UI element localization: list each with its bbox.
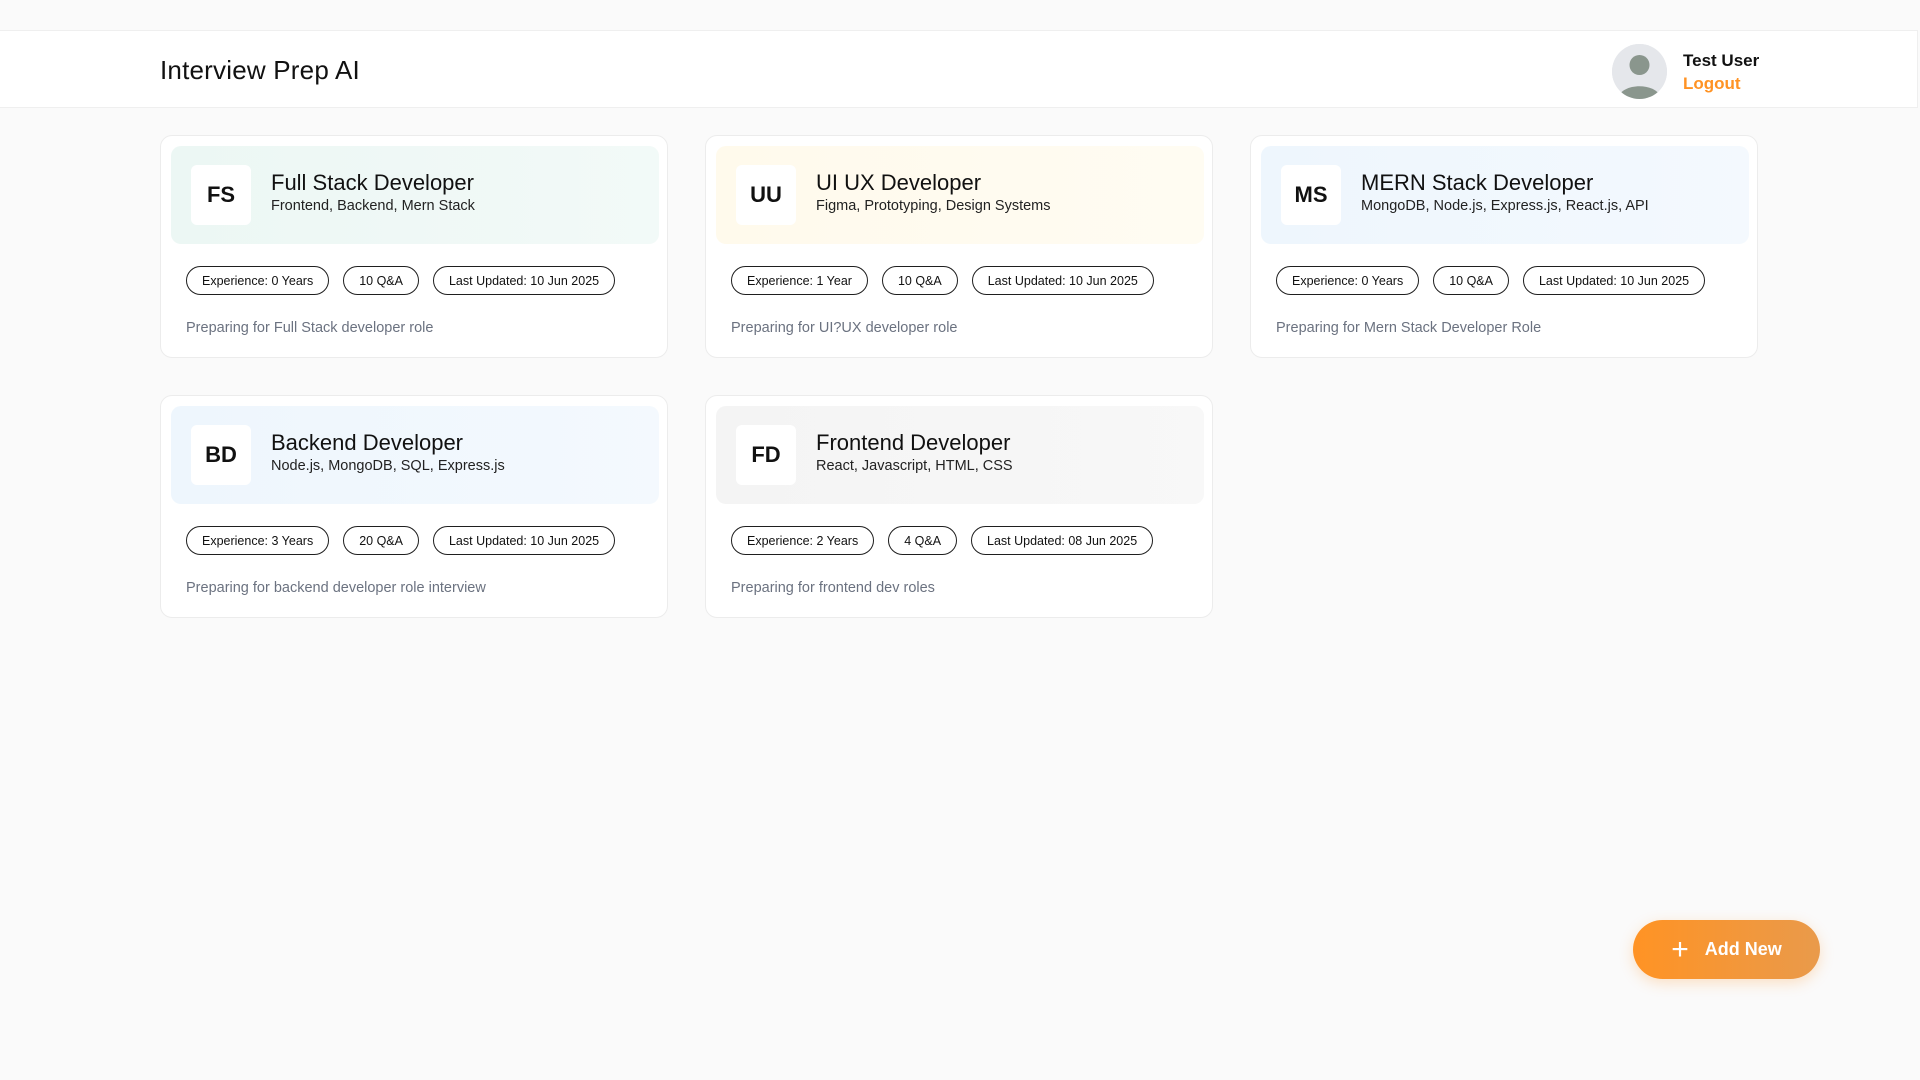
role-title: Frontend Developer <box>816 430 1011 455</box>
session-card-backend[interactable]: BD Backend Developer Node.js, MongoDB, S… <box>160 395 668 618</box>
initials-badge: FS <box>191 165 251 225</box>
session-meta: Experience: 3 Years 20 Q&A Last Updated:… <box>186 526 616 555</box>
card-header: FS Full Stack Developer Frontend, Backen… <box>171 146 659 244</box>
add-new-button[interactable]: + Add New <box>1633 920 1820 979</box>
topics-text: Node.js, MongoDB, SQL, Express.js <box>271 458 505 474</box>
session-meta: Experience: 1 Year 10 Q&A Last Updated: … <box>731 266 1154 295</box>
app-title: Interview Prep AI <box>160 55 360 85</box>
experience-pill: Experience: 3 Years <box>186 526 330 555</box>
session-description: Preparing for frontend dev roles <box>731 580 935 596</box>
initials-badge: UU <box>736 165 796 225</box>
qa-count-pill: 10 Q&A <box>881 266 958 295</box>
experience-pill: Experience: 2 Years <box>731 526 875 555</box>
topics-text: Figma, Prototyping, Design Systems <box>816 198 1051 214</box>
experience-pill: Experience: 1 Year <box>731 266 868 295</box>
qa-count-pill: 10 Q&A <box>343 266 419 295</box>
session-card-mern-stack[interactable]: MS MERN Stack Developer MongoDB, Node.js… <box>1250 135 1758 358</box>
profile-info: Test User Logout <box>1612 44 1759 99</box>
topics-text: Frontend, Backend, Mern Stack <box>271 198 475 214</box>
role-title: UI UX Developer <box>816 170 982 195</box>
last-updated-pill: Last Updated: 10 Jun 2025 <box>1522 266 1706 295</box>
session-card-ui-ux[interactable]: UU UI UX Developer Figma, Prototyping, D… <box>705 135 1213 358</box>
experience-pill: Experience: 0 Years <box>1276 266 1420 295</box>
last-updated-pill: Last Updated: 10 Jun 2025 <box>971 266 1154 295</box>
last-updated-pill: Last Updated: 08 Jun 2025 <box>971 526 1154 555</box>
session-description: Preparing for Mern Stack Developer Role <box>1276 320 1542 336</box>
session-card-frontend[interactable]: FD Frontend Developer React, Javascript,… <box>705 395 1213 618</box>
session-description: Preparing for Full Stack developer role <box>186 320 434 336</box>
session-card-full-stack[interactable]: FS Full Stack Developer Frontend, Backen… <box>160 135 668 358</box>
profile-text: Test User Logout <box>1683 49 1759 95</box>
session-description: Preparing for backend developer role int… <box>186 580 486 596</box>
role-title: Full Stack Developer <box>271 170 474 195</box>
top-navbar: Interview Prep AI Test User Logout <box>0 30 1918 108</box>
qa-count-pill: 4 Q&A <box>888 526 958 555</box>
initials-badge: BD <box>191 425 251 485</box>
topics-text: React, Javascript, HTML, CSS <box>816 458 1013 474</box>
card-header: FD Frontend Developer React, Javascript,… <box>716 406 1204 504</box>
experience-pill: Experience: 0 Years <box>186 266 330 295</box>
dashboard-page: Interview Prep AI Test User Logout FS Fu… <box>0 0 1920 1080</box>
initials-badge: MS <box>1281 165 1341 225</box>
logout-link[interactable]: Logout <box>1683 72 1759 95</box>
last-updated-pill: Last Updated: 10 Jun 2025 <box>432 526 616 555</box>
qa-count-pill: 10 Q&A <box>1433 266 1509 295</box>
last-updated-pill: Last Updated: 10 Jun 2025 <box>432 266 616 295</box>
session-meta: Experience: 2 Years 4 Q&A Last Updated: … <box>731 526 1154 555</box>
card-header: UU UI UX Developer Figma, Prototyping, D… <box>716 146 1204 244</box>
card-header: MS MERN Stack Developer MongoDB, Node.js… <box>1261 146 1749 244</box>
user-avatar-icon[interactable] <box>1612 44 1667 99</box>
topics-text: MongoDB, Node.js, Express.js, React.js, … <box>1361 198 1649 214</box>
card-header: BD Backend Developer Node.js, MongoDB, S… <box>171 406 659 504</box>
session-meta: Experience: 0 Years 10 Q&A Last Updated:… <box>1276 266 1706 295</box>
session-description: Preparing for UI?UX developer role <box>731 320 958 336</box>
qa-count-pill: 20 Q&A <box>343 526 419 555</box>
add-new-label: Add New <box>1704 939 1782 959</box>
initials-badge: FD <box>736 425 796 485</box>
role-title: Backend Developer <box>271 430 464 455</box>
role-title: MERN Stack Developer <box>1361 170 1594 195</box>
user-name: Test User <box>1683 50 1760 70</box>
session-meta: Experience: 0 Years 10 Q&A Last Updated:… <box>186 266 616 295</box>
plus-icon: + <box>1671 932 1689 966</box>
